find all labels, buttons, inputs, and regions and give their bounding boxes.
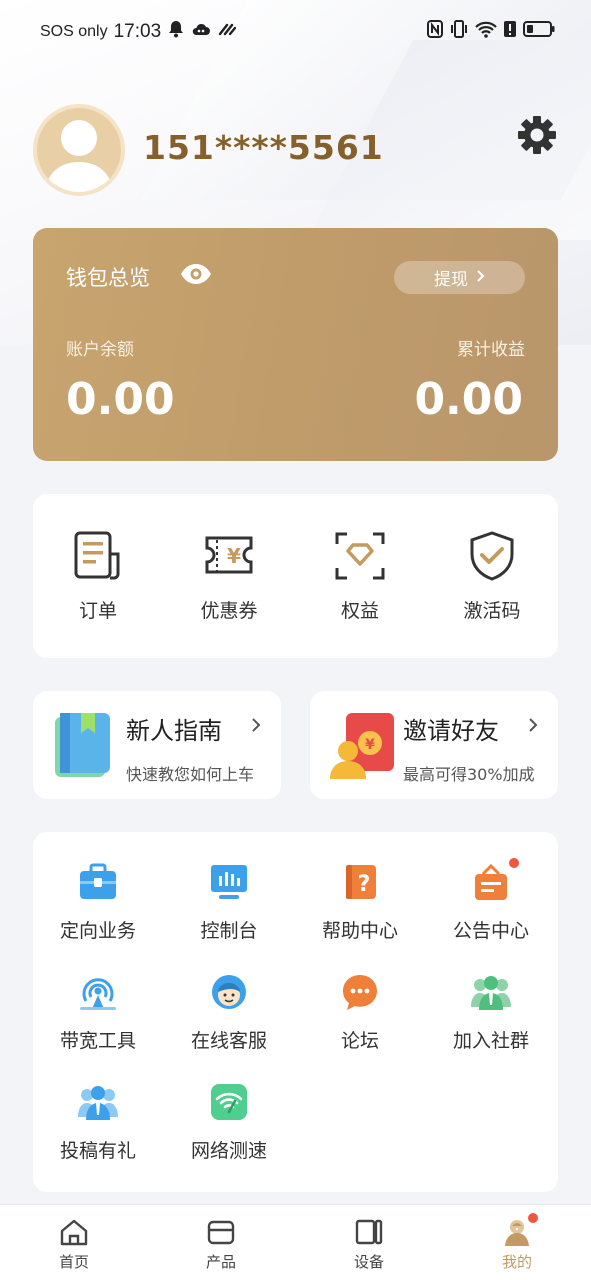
service-label: 在线客服 (190, 1030, 267, 1052)
service-label: 定向业务 (59, 920, 136, 942)
notification-dot (509, 858, 519, 868)
benefits-label: 权益 (340, 600, 379, 622)
bandwidth-tools-button[interactable]: 带宽工具 (33, 972, 163, 1053)
service-label: 论坛 (340, 1030, 379, 1052)
eye-icon[interactable] (180, 263, 212, 289)
clock: 17:03 (113, 20, 162, 42)
alert-icon (503, 20, 517, 42)
online-support-button[interactable]: 在线客服 (164, 972, 294, 1053)
benefits-button[interactable]: 权益 (305, 528, 415, 623)
tab-home[interactable]: 首页 (24, 1217, 124, 1272)
service-label: 加入社群 (452, 1030, 529, 1052)
service-label: 网络测速 (190, 1140, 267, 1162)
cloud-icon (191, 21, 211, 42)
coupon-label: 优惠券 (200, 600, 258, 622)
device-icon (319, 1217, 419, 1247)
tab-label: 首页 (58, 1253, 89, 1271)
gear-icon[interactable] (516, 114, 558, 156)
services-card: 定向业务 控制台 ? 帮助中心 公告中心 带宽工具 在线客服 论坛 加入社群 投… (33, 832, 558, 1192)
chevron-right-icon (251, 717, 261, 737)
diamond-icon (305, 528, 415, 584)
bell-icon (168, 20, 184, 43)
activation-code-button[interactable]: 激活码 (437, 528, 547, 623)
carrier-text: SOS only (40, 22, 108, 40)
withdraw-label: 提现 (434, 270, 468, 290)
tab-label: 设备 (353, 1253, 384, 1271)
coupon-button[interactable]: ¥ 优惠券 (174, 528, 284, 623)
coupon-icon: ¥ (174, 528, 284, 584)
tab-label: 产品 (205, 1253, 236, 1271)
notice-center-button[interactable]: 公告中心 (426, 858, 556, 943)
service-label: 帮助中心 (321, 920, 398, 942)
user-phone: 151****5561 (143, 128, 384, 167)
chat-bubble-icon (295, 972, 425, 1012)
earnings-value: 0.00 (414, 374, 523, 425)
order-label: 订单 (78, 600, 117, 622)
user-icon (467, 1213, 567, 1247)
join-community-button[interactable]: 加入社群 (426, 972, 556, 1053)
order-button[interactable]: 订单 (43, 528, 153, 623)
tab-mine[interactable]: 我的 (467, 1213, 567, 1272)
contributor-icon (33, 1082, 163, 1122)
vibrate-icon (449, 20, 469, 42)
avatar[interactable] (33, 104, 125, 196)
invite-title: 邀请好友 (403, 717, 499, 745)
monitor-icon (164, 862, 294, 902)
shield-check-icon (437, 528, 547, 584)
guide-subtitle: 快速教您如何上车 (126, 765, 255, 784)
newbie-guide-card[interactable]: 新人指南 快速教您如何上车 (33, 691, 281, 799)
console-button[interactable]: 控制台 (164, 862, 294, 943)
chevron-right-icon (528, 717, 538, 737)
service-label: 投稿有礼 (59, 1140, 136, 1162)
targeted-business-button[interactable]: 定向业务 (33, 862, 163, 943)
box-icon (171, 1217, 271, 1247)
notification-dot (528, 1213, 538, 1223)
red-envelope-icon: ¥ (328, 711, 396, 785)
service-label: 带宽工具 (59, 1030, 136, 1052)
wifi-speed-icon (164, 1082, 294, 1122)
service-label: 控制台 (200, 920, 258, 942)
status-bar: SOS only 17:03 (0, 0, 591, 66)
bottom-tab-bar: 首页 产品 设备 我的 (0, 1204, 591, 1280)
home-icon (24, 1217, 124, 1247)
balance-label: 账户余额 (66, 340, 134, 360)
wallet-title: 钱包总览 (66, 266, 150, 290)
svg-text:?: ? (358, 872, 371, 897)
link-icon (218, 22, 237, 41)
wifi-icon (475, 20, 497, 42)
activation-code-label: 激活码 (463, 600, 521, 622)
withdraw-button[interactable]: 提现 (394, 261, 525, 294)
wallet-card: 钱包总览 提现 账户余额 累计收益 0.00 0.00 (33, 228, 558, 461)
forum-button[interactable]: 论坛 (295, 972, 425, 1053)
service-label: 公告中心 (452, 920, 529, 942)
broadcast-icon (33, 972, 163, 1012)
help-book-icon: ? (295, 862, 425, 902)
invite-friends-card[interactable]: ¥ 邀请好友 最高可得30%加成 (310, 691, 558, 799)
tab-devices[interactable]: 设备 (319, 1217, 419, 1272)
battery-icon (523, 20, 555, 42)
svg-text:¥: ¥ (365, 737, 375, 753)
invite-subtitle: 最高可得30%加成 (403, 765, 535, 784)
book-icon (51, 711, 113, 785)
chevron-right-icon (476, 268, 485, 288)
balance-value: 0.00 (66, 374, 175, 425)
svg-text:¥: ¥ (227, 544, 241, 568)
briefcase-icon (33, 862, 163, 902)
quick-actions-card: 订单 ¥ 优惠券 权益 激活码 (33, 494, 558, 658)
tab-products[interactable]: 产品 (171, 1217, 271, 1272)
guide-title: 新人指南 (126, 717, 222, 745)
order-icon (43, 528, 153, 584)
help-center-button[interactable]: ? 帮助中心 (295, 862, 425, 943)
notice-board-icon (426, 858, 556, 902)
network-speedtest-button[interactable]: 网络测速 (164, 1082, 294, 1163)
nfc-icon (427, 20, 443, 42)
earnings-label: 累计收益 (457, 340, 525, 360)
contribute-reward-button[interactable]: 投稿有礼 (33, 1082, 163, 1163)
group-icon (426, 972, 556, 1012)
tab-label: 我的 (501, 1253, 532, 1271)
customer-service-icon (164, 972, 294, 1012)
